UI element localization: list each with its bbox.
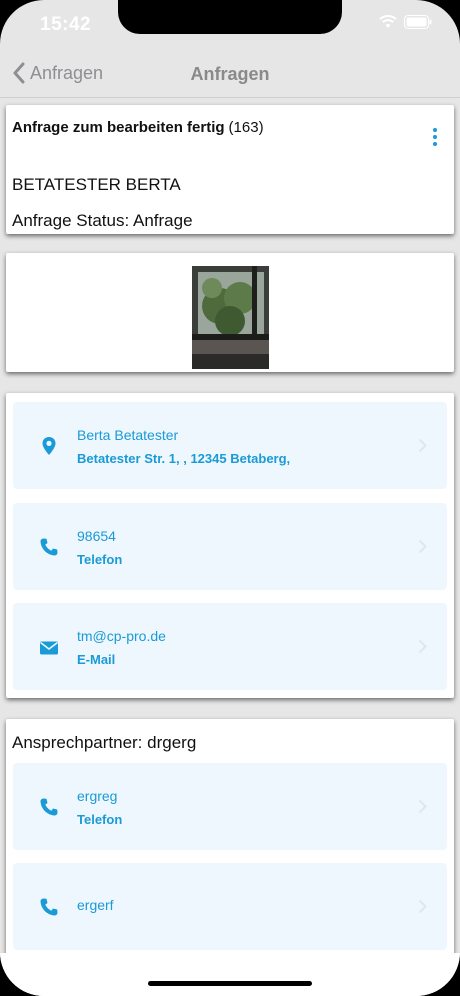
request-header: Anfrage zum bearbeiten fertig (163) bbox=[12, 119, 264, 136]
address-name: Berta Betatester bbox=[77, 427, 179, 443]
contact-card: Berta Betatester Betatester Str. 1, , 12… bbox=[6, 393, 454, 698]
chevron-right-icon bbox=[418, 539, 427, 554]
request-card: Anfrage zum bearbeiten fertig (163) BETAT… bbox=[6, 105, 454, 234]
bottom-safe-area bbox=[0, 953, 460, 996]
home-indicator[interactable] bbox=[148, 981, 312, 986]
address-row[interactable]: Berta Betatester Betatester Str. 1, , 12… bbox=[13, 402, 447, 489]
request-title: Anfrage zum bearbeiten fertig bbox=[12, 119, 225, 136]
screen: 15:42 Anfragen Anfragen Anfrage zum bear… bbox=[0, 0, 460, 996]
chevron-right-icon bbox=[418, 899, 427, 914]
location-pin-icon bbox=[42, 437, 56, 455]
partner-phone-row[interactable]: ergreg Telefon bbox=[13, 763, 447, 850]
chevron-right-icon bbox=[418, 799, 427, 814]
status-value: Anfrage bbox=[132, 211, 193, 230]
address-street: Betatester Str. 1, , 12345 Betaberg, bbox=[77, 451, 291, 466]
navigation-bar: Anfragen Anfragen bbox=[0, 50, 460, 98]
wifi-icon bbox=[379, 15, 397, 28]
phone-icon bbox=[40, 798, 58, 816]
request-count: (163) bbox=[228, 119, 264, 136]
partner-phone-label: Telefon bbox=[77, 812, 123, 827]
phone-icon bbox=[40, 898, 58, 916]
notch bbox=[118, 0, 342, 34]
partner-phone-row-2[interactable]: ergerf bbox=[13, 863, 447, 950]
content: Anfrage zum bearbeiten fertig (163) BETAT… bbox=[0, 99, 460, 996]
status-bar: 15:42 bbox=[0, 0, 460, 50]
chevron-right-icon bbox=[418, 438, 427, 453]
phone-row[interactable]: 98654 Telefon bbox=[13, 503, 447, 590]
contact-person-label: Ansprechpartner: bbox=[12, 733, 143, 752]
status-icons bbox=[379, 15, 432, 29]
partner-phone-value-2: ergerf bbox=[77, 897, 114, 913]
contact-person: Ansprechpartner: drgerg bbox=[12, 733, 196, 753]
mail-icon bbox=[40, 641, 58, 655]
status-label: Anfrage Status: bbox=[12, 211, 130, 230]
photo-card bbox=[6, 253, 454, 372]
email-row[interactable]: tm@cp-pro.de E-Mail bbox=[13, 603, 447, 690]
request-photo[interactable] bbox=[192, 266, 269, 369]
chevron-right-icon bbox=[418, 639, 427, 654]
contact-person-name: drgerg bbox=[147, 733, 197, 752]
partner-phone-value: ergreg bbox=[77, 788, 118, 804]
phone-number: 98654 bbox=[77, 528, 116, 544]
email-address: tm@cp-pro.de bbox=[77, 628, 166, 644]
email-label: E-Mail bbox=[77, 652, 116, 667]
battery-icon bbox=[404, 15, 432, 29]
request-status: Anfrage Status: Anfrage bbox=[12, 211, 193, 231]
status-time: 15:42 bbox=[40, 14, 92, 35]
page-title: Anfragen bbox=[190, 64, 270, 84]
customer-name: BETATESTER BERTA bbox=[12, 175, 181, 194]
phone-icon bbox=[40, 538, 58, 556]
more-vertical-icon[interactable] bbox=[430, 127, 440, 149]
phone-label: Telefon bbox=[77, 552, 123, 567]
